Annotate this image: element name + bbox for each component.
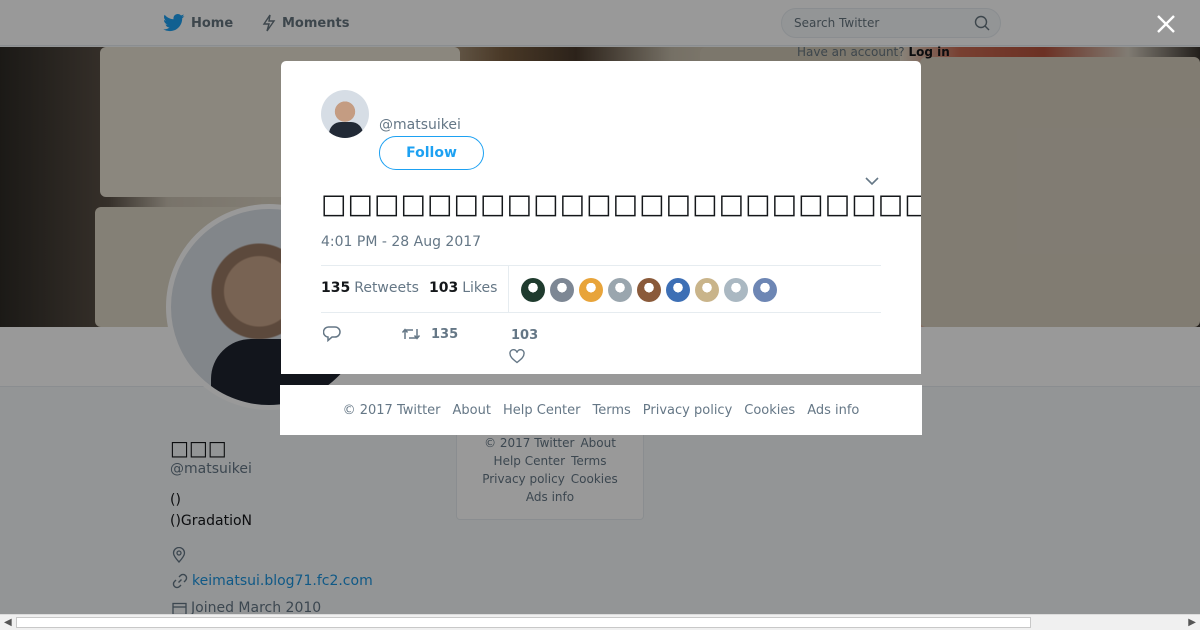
retweet-count: 135 xyxy=(321,280,351,296)
retweet-button[interactable]: 135 xyxy=(401,326,458,342)
reply-icon xyxy=(323,326,341,342)
modal-footer-help[interactable]: Help Center xyxy=(503,403,581,418)
liker-avatar[interactable] xyxy=(753,278,777,302)
tweet-timestamp[interactable]: 4:01 PM - 28 Aug 2017 xyxy=(321,234,481,250)
tweet-stats: 135 Retweets 103 Likes xyxy=(321,265,881,313)
scroll-left-arrow-icon[interactable]: ◀ xyxy=(4,617,12,628)
retweet-icon xyxy=(401,328,421,340)
liker-avatar[interactable] xyxy=(695,278,719,302)
liker-avatar[interactable] xyxy=(579,278,603,302)
like-stat[interactable]: 103 Likes xyxy=(429,280,497,296)
modal-footer-privacy[interactable]: Privacy policy xyxy=(643,403,732,418)
tweet-modal: @matsuikei Follow □□□□□□□□□□□□□□□□□□□□□□… xyxy=(281,61,921,374)
modal-footer-copyright: © 2017 Twitter xyxy=(342,402,441,418)
tweet-text: □□□□□□□□□□□□□□□□□□□□□□□□□□□□□□□□□□□□□□□□… xyxy=(321,189,921,220)
retweet-stat[interactable]: 135 Retweets xyxy=(321,280,419,296)
follow-button[interactable]: Follow xyxy=(379,136,484,170)
liker-avatar[interactable] xyxy=(550,278,574,302)
heart-icon xyxy=(509,349,525,364)
horizontal-scrollbar[interactable]: ◀ ▶ xyxy=(0,614,1200,630)
like-count: 103 xyxy=(429,280,459,296)
modal-footer-about[interactable]: About xyxy=(453,403,491,418)
modal-footer-ads[interactable]: Ads info xyxy=(807,403,859,418)
liker-avatars xyxy=(521,278,777,302)
scroll-right-arrow-icon[interactable]: ▶ xyxy=(1188,617,1196,628)
liker-avatar[interactable] xyxy=(724,278,748,302)
retweet-label: Retweets xyxy=(354,280,419,296)
scrollbar-thumb[interactable] xyxy=(16,617,1031,628)
liker-avatar[interactable] xyxy=(666,278,690,302)
like-action-count: 103 xyxy=(511,328,539,343)
modal-footer: © 2017 Twitter About Help Center Terms P… xyxy=(280,385,922,435)
tweet-actions: 135 103 xyxy=(321,323,881,373)
liker-avatar[interactable] xyxy=(637,278,661,302)
liker-avatar[interactable] xyxy=(521,278,545,302)
tweet-author-handle[interactable]: @matsuikei xyxy=(379,117,461,133)
like-label: Likes xyxy=(462,280,498,296)
tweet-author-avatar[interactable] xyxy=(321,90,369,138)
liker-avatar[interactable] xyxy=(608,278,632,302)
reply-button[interactable] xyxy=(323,326,341,342)
modal-footer-terms[interactable]: Terms xyxy=(593,403,631,418)
chevron-down-icon[interactable] xyxy=(865,171,879,190)
like-button[interactable] xyxy=(509,349,525,368)
close-icon[interactable] xyxy=(1152,10,1180,38)
retweet-action-count: 135 xyxy=(431,326,459,342)
modal-footer-cookies[interactable]: Cookies xyxy=(744,403,795,418)
stats-divider xyxy=(508,266,509,313)
